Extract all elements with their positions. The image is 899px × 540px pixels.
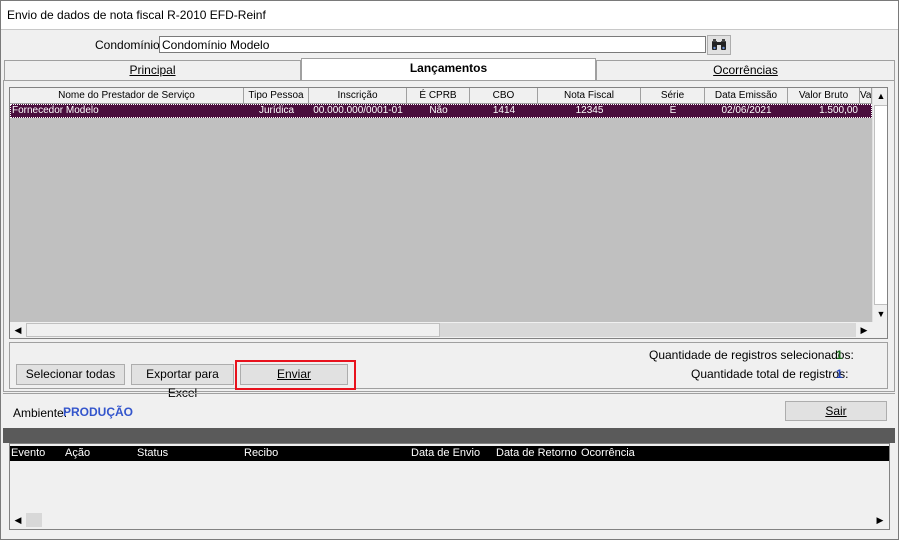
tab-principal[interactable]: Principal — [4, 60, 301, 80]
horizontal-scroll-thumb[interactable] — [26, 323, 440, 337]
scroll-up-icon[interactable]: ▲ — [873, 88, 887, 104]
log-col-recibo[interactable]: Recibo — [244, 446, 278, 461]
selected-count-value: 1 — [836, 348, 843, 362]
log-grid[interactable]: Evento Ação Status Recibo Data de Envio … — [9, 443, 890, 530]
exit-button[interactable]: Sair — [785, 401, 887, 421]
select-all-button[interactable]: Selecionar todas — [16, 364, 125, 385]
ambiente-label: Ambiente: — [13, 406, 68, 420]
cell-tipo-pessoa: Jurídica — [258, 105, 294, 116]
export-excel-button[interactable]: Exportar para Excel — [131, 364, 234, 400]
log-col-acao[interactable]: Ação — [65, 446, 90, 461]
tab-lancamentos[interactable]: Lançamentos — [301, 58, 596, 80]
log-scroll-left-icon[interactable]: ◀ — [10, 512, 26, 528]
log-scroll-right-icon[interactable]: ▶ — [872, 512, 888, 528]
log-col-data-envio[interactable]: Data de Envio — [411, 446, 480, 461]
column-header-va[interactable]: Va — [860, 88, 872, 104]
column-header-prestador[interactable]: Nome do Prestador de Serviço — [10, 88, 244, 104]
column-header-valor-bruto[interactable]: Valor Bruto — [788, 88, 860, 104]
log-col-data-retorno[interactable]: Data de Retorno — [496, 446, 577, 461]
log-col-ocorrencia[interactable]: Ocorrência — [581, 446, 635, 461]
vertical-scroll-thumb[interactable] — [874, 105, 887, 305]
cell-prestador: Fornecedor Modelo — [12, 105, 99, 116]
search-condominio-button[interactable] — [707, 35, 731, 55]
vertical-scrollbar[interactable]: ▲ ▼ — [872, 88, 887, 322]
condominio-field[interactable]: Condomínio Modelo — [159, 36, 706, 53]
column-header-inscricao[interactable]: Inscrição — [309, 88, 407, 104]
log-col-status[interactable]: Status — [137, 446, 168, 461]
column-header-cprb[interactable]: É CPRB — [407, 88, 470, 104]
column-header-serie[interactable]: Série — [641, 88, 705, 104]
send-button[interactable]: Enviar — [240, 364, 348, 385]
scrollbar-corner — [872, 322, 887, 338]
total-count-value: 1 — [836, 367, 843, 381]
window-title: Envio de dados de nota fiscal R-2010 EFD… — [7, 8, 266, 22]
ambiente-value: PRODUÇÃO — [63, 405, 134, 419]
scroll-left-icon[interactable]: ◀ — [10, 322, 26, 338]
ambiente-bar — [3, 393, 895, 429]
lancamentos-grid[interactable]: Nome do Prestador de Serviço Tipo Pessoa… — [9, 87, 888, 339]
cell-inscricao: 00.000.000/0001-01 — [313, 105, 403, 116]
log-separator — [3, 428, 895, 443]
cell-data-emissao: 02/06/2021 — [721, 105, 772, 116]
tab-ocorrencias[interactable]: Ocorrências — [596, 60, 895, 80]
column-header-tipo-pessoa[interactable]: Tipo Pessoa — [244, 88, 309, 104]
column-header-nota-fiscal[interactable]: Nota Fiscal — [538, 88, 641, 104]
log-col-evento[interactable]: Evento — [11, 446, 45, 461]
log-horizontal-scrollbar[interactable]: ◀ ▶ — [10, 512, 889, 528]
horizontal-scrollbar[interactable]: ◀ ▶ — [10, 322, 872, 338]
scroll-down-icon[interactable]: ▼ — [873, 306, 887, 322]
cell-nota-fiscal: 12345 — [575, 105, 604, 116]
cell-serie: E — [669, 105, 677, 116]
binoculars-icon — [712, 39, 726, 50]
horizontal-scroll-track[interactable] — [440, 323, 856, 337]
scroll-right-icon[interactable]: ▶ — [856, 322, 872, 338]
column-header-cbo[interactable]: CBO — [470, 88, 538, 104]
title-bar: Envio de dados de nota fiscal R-2010 EFD… — [0, 0, 899, 30]
column-header-data-emissao[interactable]: Data Emissão — [705, 88, 788, 104]
selected-count-label: Quantidade de registros selecionados: — [649, 348, 854, 362]
cell-cbo: 1414 — [492, 105, 516, 116]
cell-cprb: Não — [429, 105, 448, 116]
condominio-label: Condomínio: — [95, 38, 164, 52]
cell-valor-bruto: 1.500,00 — [819, 105, 858, 116]
log-scroll-thumb[interactable] — [26, 513, 42, 527]
total-count-label: Quantidade total de registros: — [691, 367, 849, 381]
